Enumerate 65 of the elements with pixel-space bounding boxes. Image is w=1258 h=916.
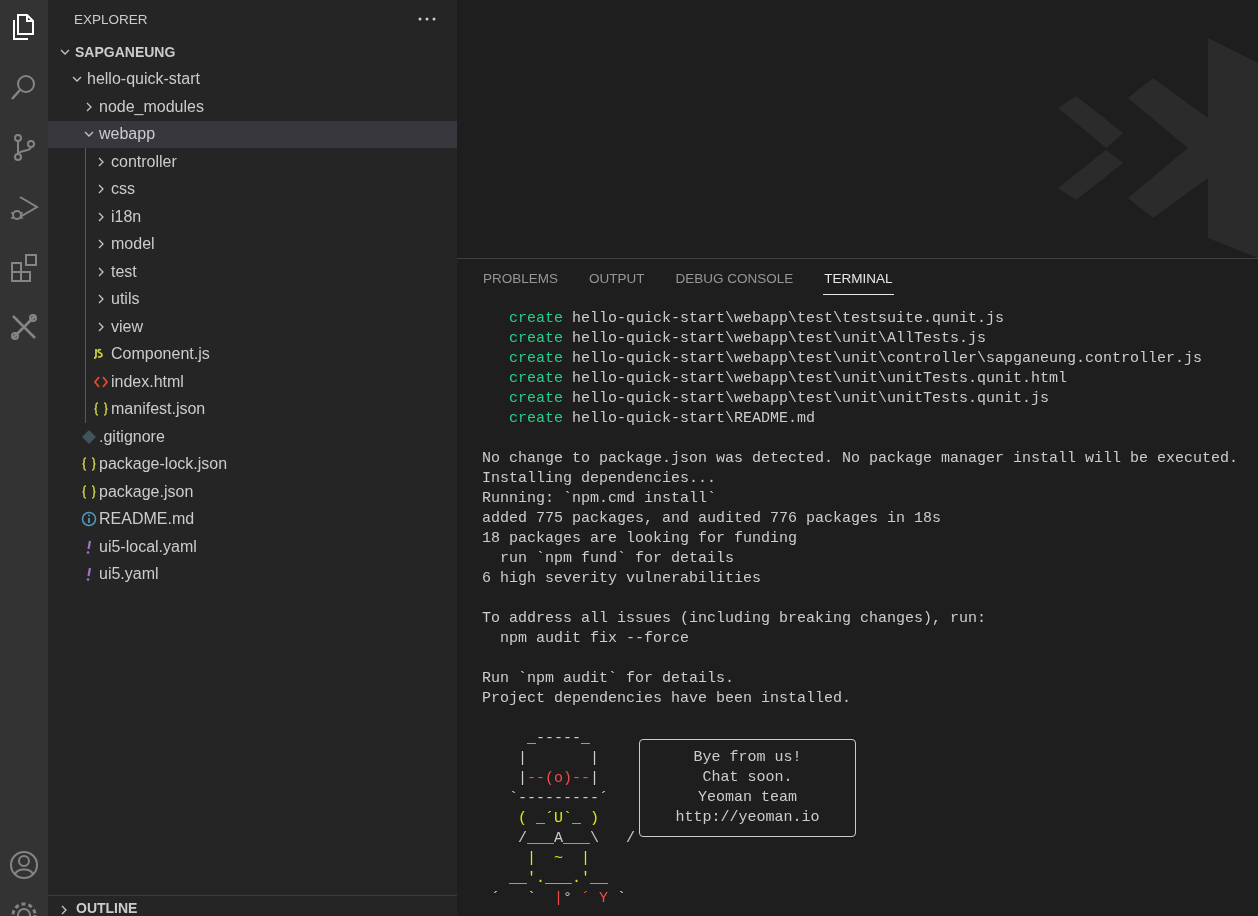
message-line: Yeoman team [698,788,797,808]
terminal-line: create hello-quick-start\webapp\test\unit\AllTests.js [508,329,988,349]
tree-item[interactable]: manifest.json [48,395,457,423]
terminal-line: 18 packages are looking for funding [482,529,799,549]
ascii-art-line: /___A___\ / [517,829,637,849]
extensions-icon[interactable] [9,252,39,282]
tree-item[interactable]: ui5.yaml [48,560,457,588]
ascii-art-line: __'.___.'__ [508,869,610,889]
terminal-line: create hello-quick-start\webapp\test\testsuite.qunit.js [508,309,1006,329]
explorer-title: EXPLORER [74,11,148,27]
ascii-art-line: | ~ | [526,849,592,869]
tree-item[interactable]: view [48,313,457,341]
tree-item[interactable]: node_modules [48,93,457,121]
terminal-line: create hello-quick-start\webapp\test\unit\controller\sapganeung.controller.js [508,349,1204,369]
ascii-art-line: ( _´U`_ ) [517,809,601,829]
ascii-art-line: |--(o)--| [517,769,601,789]
tree-item[interactable]: package-lock.json [48,450,457,478]
terminal-line: create hello-quick-start\webapp\test\unit\unitTests.qunit.js [508,389,1051,409]
tree-item[interactable]: test [48,258,457,286]
terminal-line: run `npm fund` for details [499,549,736,569]
outline-section-header[interactable]: OUTLINE [48,895,457,916]
tree-item[interactable]: README.md [48,505,457,533]
terminal-line: Project dependencies have been installed. [482,689,853,709]
tree-item[interactable]: css [48,175,457,203]
panel-tab[interactable]: OUTPUT [588,259,646,295]
ascii-art-line: `---------´ [508,789,610,809]
account-icon[interactable] [9,850,39,880]
ascii-art-line: _-----_ [526,729,592,749]
braces-icon [81,456,97,473]
terminal-line: Installing dependencies... [482,469,718,489]
tree-item[interactable]: index.html [48,368,457,396]
terminal-line: npm audit fix --force [499,629,691,649]
terminal-line: added 775 packages, and audited 776 packages in 18s [482,509,943,529]
terminal-line: No change to package.json was detected. No package manager install will be executed. [482,449,1240,469]
terminal-line: 6 high severity vulnerabilities [482,569,763,589]
terminal-line: To address all issues (including breaking changes), run: [482,609,988,629]
tree-item[interactable]: webapp [48,120,457,148]
message-line: http://yeoman.io [675,808,820,828]
diamond-icon [81,428,97,445]
tree-item[interactable]: model [48,230,457,258]
panel-tab[interactable]: PROBLEMS [482,259,560,295]
braces-icon [81,483,97,500]
tree-item[interactable]: utils [48,285,457,313]
tree-item[interactable]: package.json [48,478,457,506]
ascii-art-line: ´ ` |° ´ Y ` [490,889,628,909]
panel-tab[interactable]: DEBUG CONSOLE [674,259,795,295]
folder-header[interactable]: SAPGANEUNG [48,38,457,66]
terminal-line: create hello-quick-start\README.md [508,409,817,429]
more-icon[interactable] [417,17,437,21]
tree-item[interactable]: hello-quick-start [48,65,457,93]
tree-item[interactable]: .gitignore [48,423,457,451]
message-line: Bye from us! [693,748,802,768]
tree-item[interactable]: Component.js [48,340,457,368]
tree-item[interactable]: ui5-local.yaml [48,533,457,561]
panel-tab[interactable]: TERMINAL [823,259,894,295]
terminal-line: create hello-quick-start\webapp\test\unit\unitTests.qunit.html [508,369,1069,389]
message-line: Chat soon. [702,768,793,788]
info-icon [81,511,97,528]
terminal-line: Running: `npm.cmd install` [482,489,718,509]
braces-icon [93,401,109,418]
tree-item[interactable]: i18n [48,203,457,231]
terminal-line: Run `npm audit` for details. [482,669,736,689]
ascii-art-line: | | [517,749,601,769]
tools-icon[interactable] [9,312,39,342]
tree-item[interactable]: controller [48,148,457,176]
